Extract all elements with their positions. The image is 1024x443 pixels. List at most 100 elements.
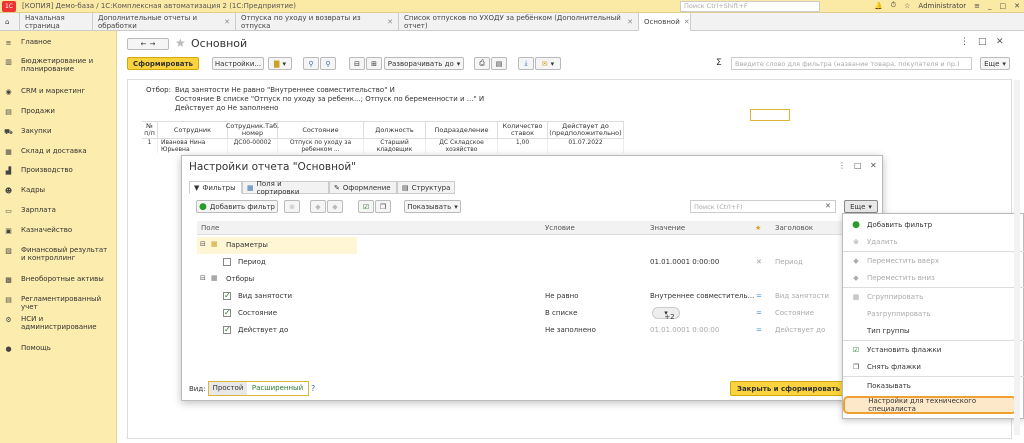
nav-back-forward[interactable]: ← → [127, 38, 169, 50]
window-menu-icon[interactable]: ≡ [974, 2, 980, 10]
view-simple-button[interactable]: Простой [209, 382, 247, 395]
tab-leave-list[interactable]: Список отпусков по УХОДУ за ребёнком (До… [399, 13, 639, 31]
list-item[interactable]: Период 01.01.0001 0:00:00 ✕ Период [197, 254, 857, 271]
menu-item-delete[interactable]: ⊗ Удалить [843, 233, 1024, 250]
list-item[interactable]: ✓ Состояние В списке +2 ▾ = Состояние [197, 305, 857, 322]
menu-item-group[interactable]: ▦ Сгруппировать [843, 288, 1024, 305]
vertical-scrollbar[interactable] [1014, 80, 1020, 435]
maximize-icon[interactable]: □ [1000, 2, 1007, 10]
check-all-button[interactable]: ☑ [358, 200, 374, 213]
search-button[interactable]: ⚲ [303, 57, 319, 70]
close-and-generate-button[interactable]: Закрыть и сформировать [730, 381, 847, 396]
dialog-maximize-icon[interactable]: □ [854, 161, 862, 170]
value-chip[interactable]: +2 ▾ [652, 307, 680, 321]
history-icon[interactable]: ⏱ [891, 1, 896, 10]
sidebar-item-crm[interactable]: ◉ CRM и маркетинг [0, 87, 117, 96]
collapse-button[interactable]: ⊟ [349, 57, 365, 70]
minimize-icon[interactable]: _ [988, 2, 992, 10]
dialog-more-button[interactable]: Еще ▾ [844, 200, 878, 213]
collapse-icon[interactable]: ⊟ [200, 274, 206, 282]
sidebar-item-hr[interactable]: ☻ Кадры [0, 186, 117, 195]
favorite-star-icon[interactable]: ★ [175, 36, 186, 50]
checkbox-checked[interactable]: ✓ [223, 309, 231, 317]
expand-button[interactable]: ⊞ [366, 57, 382, 70]
maximize-form-icon[interactable]: □ [978, 37, 987, 47]
menu-item-uncheck-all[interactable]: ❐ Снять флажки [843, 358, 1024, 375]
close-tab-icon[interactable]: ✕ [224, 18, 230, 26]
show-dropdown[interactable]: Показывать ▾ [404, 200, 461, 213]
checkbox-checked[interactable]: ✓ [223, 326, 231, 334]
uncheck-all-button[interactable]: ❐ [375, 200, 391, 213]
help-icon[interactable]: ? [311, 384, 315, 393]
view-extended-button[interactable]: Расширенный [247, 382, 308, 395]
global-search-input[interactable]: Поиск Ctrl+Shift+F [680, 1, 820, 12]
delete-button[interactable]: ⊗ [284, 200, 300, 213]
checkbox[interactable] [223, 258, 231, 266]
save-button[interactable]: ⤓ [518, 57, 534, 70]
tab-fields[interactable]: ▦ Поля и сортировки [242, 180, 329, 196]
sidebar-item-main[interactable]: ≡ Главное [0, 38, 117, 47]
tab-home[interactable]: Начальная страница [20, 13, 93, 31]
sidebar-item-sales[interactable]: ▤ Продажи [0, 107, 117, 116]
close-tab-icon[interactable]: ✕ [684, 18, 690, 26]
menu-item-ungroup[interactable]: Разгруппировать [843, 305, 1024, 322]
search-next-button[interactable]: ⚲ [320, 57, 336, 70]
generate-button[interactable]: Сформировать [127, 57, 199, 70]
close-tab-icon[interactable]: ✕ [387, 18, 393, 26]
menu-item-show[interactable]: Показывать [843, 377, 1024, 394]
tab-filters[interactable]: ▼ Фильтры [189, 181, 242, 194]
report-search-input[interactable]: Введите слово для фильтра (название това… [731, 57, 972, 70]
menu-item-check-all[interactable]: ☑ Установить флажки [843, 341, 1024, 358]
tab-structure[interactable]: ▤ Структура [397, 181, 455, 194]
selected-cell[interactable] [750, 109, 790, 121]
sidebar-item-accounting[interactable]: ▤ Регламентированный учет [0, 295, 117, 311]
clear-icon[interactable]: ✕ [756, 258, 762, 266]
sidebar-item-treasury[interactable]: ▣ Казначейство [0, 226, 117, 235]
menu-item-move-down[interactable]: ◆ Переместить вниз [843, 269, 1024, 286]
menu-item-add-filter[interactable]: ● Добавить фильтр [843, 216, 1024, 233]
tab-main[interactable]: Основной ✕ [639, 13, 691, 31]
menu-item-tech-settings[interactable]: Настройки для технического специалиста [843, 396, 1017, 414]
sidebar-item-production[interactable]: ▟ Производство [0, 166, 117, 175]
sidebar-item-budget[interactable]: ▥ Бюджетирование и планирование [0, 57, 117, 73]
table-row[interactable]: 1 Иванова Нина Юрьевна ДС00-00002 Отпуск… [142, 139, 624, 153]
move-up-button[interactable]: ◆ [310, 200, 326, 213]
list-item[interactable]: ⊟ ▦ Параметры [197, 237, 357, 254]
expand-to-dropdown[interactable]: Разворачивать до ▾ [384, 57, 464, 70]
sidebar-item-assets[interactable]: ▩ Внеоборотные активы [0, 275, 117, 284]
notifications-icon[interactable]: 🔔 [874, 2, 883, 10]
close-window-icon[interactable]: ✕ [1014, 2, 1020, 10]
tab-leaves[interactable]: Отпуска по уходу и возвраты из отпуска ✕ [236, 13, 399, 31]
menu-item-move-up[interactable]: ◆ Переместить вверх [843, 252, 1024, 269]
dialog-search-input[interactable]: Поиск (Ctrl+F) [690, 200, 836, 213]
sidebar-item-help[interactable]: ● Помощь [0, 344, 117, 353]
close-tab-icon[interactable]: ✕ [627, 18, 633, 26]
add-filter-button[interactable]: ● Добавить фильтр [196, 200, 278, 213]
list-item[interactable]: ✓ Вид занятости Не равно Внутреннее совм… [197, 288, 857, 305]
tab-appearance[interactable]: ✎ Оформление [329, 181, 397, 194]
tab-additional-reports[interactable]: Дополнительные отчеты и обработки ✕ [93, 13, 236, 31]
sidebar-item-warehouse[interactable]: ▦ Склад и доставка [0, 147, 117, 156]
list-item[interactable]: ⊟ ▦ Отборы [197, 271, 857, 288]
clear-search-icon[interactable]: ✕ [825, 202, 831, 210]
variant-dropdown[interactable]: ▇ ▾ [268, 57, 292, 70]
collapse-icon[interactable]: ⊟ [200, 240, 206, 248]
move-down-button[interactable]: ◆ [327, 200, 343, 213]
settings-button[interactable]: Настройки... [212, 57, 264, 70]
home-tab-icon[interactable]: ⌂ [0, 13, 20, 31]
sidebar-item-admin[interactable]: ⚙ НСИ и администрирование [0, 315, 117, 331]
print-button[interactable]: ⎙ [474, 57, 490, 70]
checkbox-checked[interactable]: ✓ [223, 292, 231, 300]
menu-item-group-type[interactable]: Тип группы [843, 322, 1024, 339]
more-actions-icon[interactable]: ⋮ [960, 37, 969, 47]
forward-arrow-icon[interactable]: → [150, 40, 156, 48]
user-name[interactable]: Administrator [918, 2, 966, 10]
close-form-icon[interactable]: ✕ [996, 37, 1004, 47]
sidebar-item-salary[interactable]: ▭ Зарплата [0, 206, 117, 215]
print-preview-button[interactable]: ▤ [491, 57, 507, 70]
back-arrow-icon[interactable]: ← [141, 40, 147, 48]
more-button[interactable]: Еще ▾ [980, 57, 1010, 70]
sidebar-item-purchases[interactable]: ⛟ Закупки [0, 127, 117, 136]
dialog-more-icon[interactable]: ⋮ [838, 161, 846, 170]
list-item[interactable]: ✓ Действует до Не заполнено 01.01.0001 0… [197, 322, 857, 339]
